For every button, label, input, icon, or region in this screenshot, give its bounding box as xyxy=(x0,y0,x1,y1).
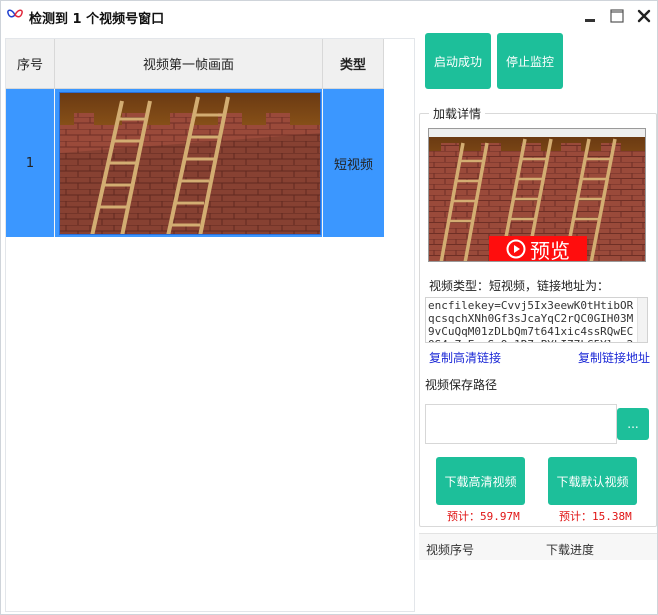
download-progress-table: 视频序号 下载进度 xyxy=(419,533,657,613)
window-title: 检测到 1 个视频号窗口 xyxy=(29,12,165,27)
details-legend: 加载详情 xyxy=(429,105,486,122)
maximize-icon[interactable] xyxy=(606,6,628,26)
video-table: 序号 视频第一帧画面 类型 1 短视频 xyxy=(5,38,415,612)
progress-table-header: 视频序号 下载进度 xyxy=(419,534,657,560)
link-textarea[interactable]: encfilekey=Cvvj5Ix3eewK0tHtibORqcsqchXNh… xyxy=(425,297,648,343)
main-window: 检测到 1 个视频号窗口 序号 视频第一帧画面 类型 1 短视频 启动成功 停止… xyxy=(0,0,658,615)
row-type: 短视频 xyxy=(333,157,373,173)
first-frame-cell xyxy=(55,89,323,237)
column-header-progress[interactable]: 下载进度 xyxy=(546,541,594,558)
preview-badge[interactable]: 预览 xyxy=(489,236,587,262)
butterfly-logo-icon xyxy=(7,9,23,21)
save-path-label: 视频保存路径 xyxy=(425,378,498,392)
row-index: 1 xyxy=(6,89,55,237)
column-header-index[interactable]: 序号 xyxy=(6,39,55,89)
download-hd-button[interactable]: 下载高清视频 xyxy=(436,457,525,505)
save-path-input[interactable] xyxy=(425,404,617,444)
estimate-default-size: 预计：15.38M xyxy=(559,510,632,523)
browse-button[interactable]: ... xyxy=(617,408,649,440)
estimate-hd-size: 预计：59.97M xyxy=(447,510,520,523)
stop-monitor-button[interactable]: 停止监控 xyxy=(497,33,563,89)
table-header: 序号 视频第一帧画面 类型 xyxy=(6,39,384,89)
video-info-text: 视频类型：短视频，链接地址为： xyxy=(429,279,610,293)
close-icon[interactable] xyxy=(633,6,655,26)
column-header-type[interactable]: 类型 xyxy=(323,39,384,89)
table-row[interactable]: 1 短视频 xyxy=(6,89,384,237)
play-circle-icon xyxy=(506,239,526,259)
copy-link-address[interactable]: 复制链接地址 xyxy=(578,349,650,366)
preview-label: 预览 xyxy=(530,238,570,262)
preview-image[interactable]: 预览 xyxy=(428,128,646,262)
first-frame-thumbnail xyxy=(59,92,321,235)
title-bar: 检测到 1 个视频号窗口 xyxy=(1,1,657,31)
copy-hd-link[interactable]: 复制高清链接 xyxy=(429,349,501,366)
minimize-icon[interactable] xyxy=(579,6,601,26)
download-default-button[interactable]: 下载默认视频 xyxy=(548,457,637,505)
column-header-video-index[interactable]: 视频序号 xyxy=(426,541,474,558)
link-text: encfilekey=Cvvj5Ix3eewK0tHtibORqcsqchXNh… xyxy=(428,299,634,342)
column-header-first-frame[interactable]: 视频第一帧画面 xyxy=(55,39,323,89)
start-button[interactable]: 启动成功 xyxy=(425,33,491,89)
link-scrollbar[interactable] xyxy=(637,298,647,342)
